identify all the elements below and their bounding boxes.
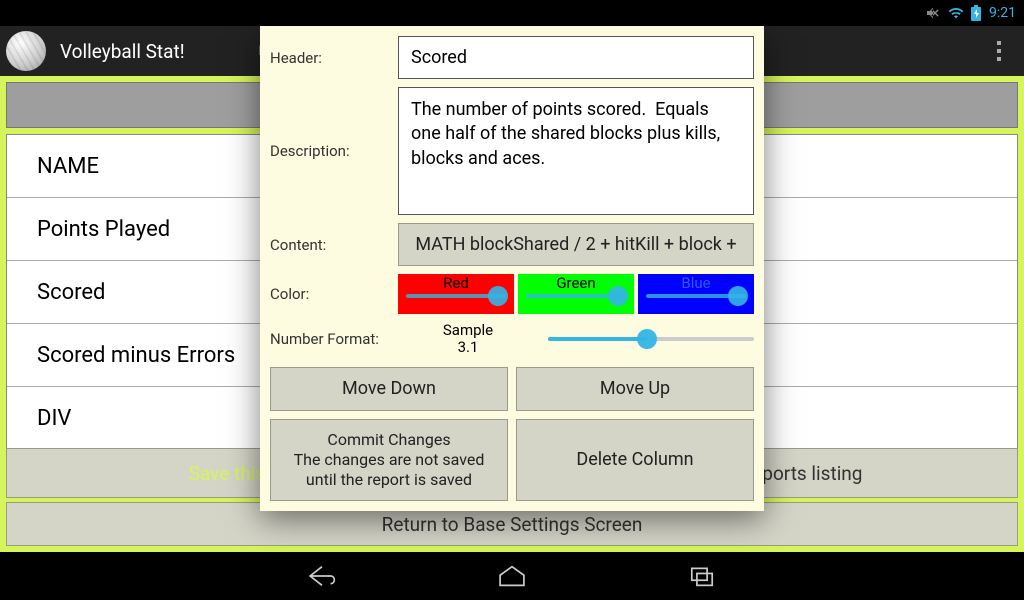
home-button[interactable] xyxy=(482,556,542,596)
wifi-icon xyxy=(947,5,965,21)
commit-changes-button[interactable]: Commit Changes The changes are not saved… xyxy=(270,419,508,501)
battery-icon xyxy=(971,5,981,21)
back-button[interactable] xyxy=(292,556,352,596)
header-label: Header: xyxy=(270,49,388,67)
move-down-button[interactable]: Move Down xyxy=(270,367,508,412)
recent-apps-button[interactable] xyxy=(672,556,732,596)
color-blue-slider[interactable]: Blue xyxy=(638,274,754,314)
overflow-menu-icon[interactable] xyxy=(984,26,1014,76)
system-nav-bar xyxy=(0,552,1024,600)
mute-icon xyxy=(925,5,941,21)
status-clock: 9:21 xyxy=(989,5,1016,21)
move-up-button[interactable]: Move Up xyxy=(516,367,754,412)
header-input[interactable] xyxy=(398,36,754,79)
volleyball-icon xyxy=(6,31,46,71)
description-input[interactable]: The number of points scored. Equals one … xyxy=(398,87,754,215)
description-label: Description: xyxy=(270,142,388,160)
content-formula-button[interactable]: MATH blockShared / 2 + hitKill + block + xyxy=(398,223,754,266)
number-format-sample: Sample 3.1 xyxy=(398,322,538,357)
number-format-label: Number Format: xyxy=(270,330,388,348)
color-label: Color: xyxy=(270,285,388,303)
color-red-slider[interactable]: Red xyxy=(398,274,514,314)
content-label: Content: xyxy=(270,236,388,254)
status-bar: 9:21 xyxy=(0,0,1024,26)
number-format-slider[interactable] xyxy=(548,325,754,353)
column-editor-dialog: Header: Description: The number of point… xyxy=(260,26,764,511)
delete-column-button[interactable]: Delete Column xyxy=(516,419,754,501)
color-green-slider[interactable]: Green xyxy=(518,274,634,314)
app-title: Volleyball Stat! xyxy=(60,40,185,63)
